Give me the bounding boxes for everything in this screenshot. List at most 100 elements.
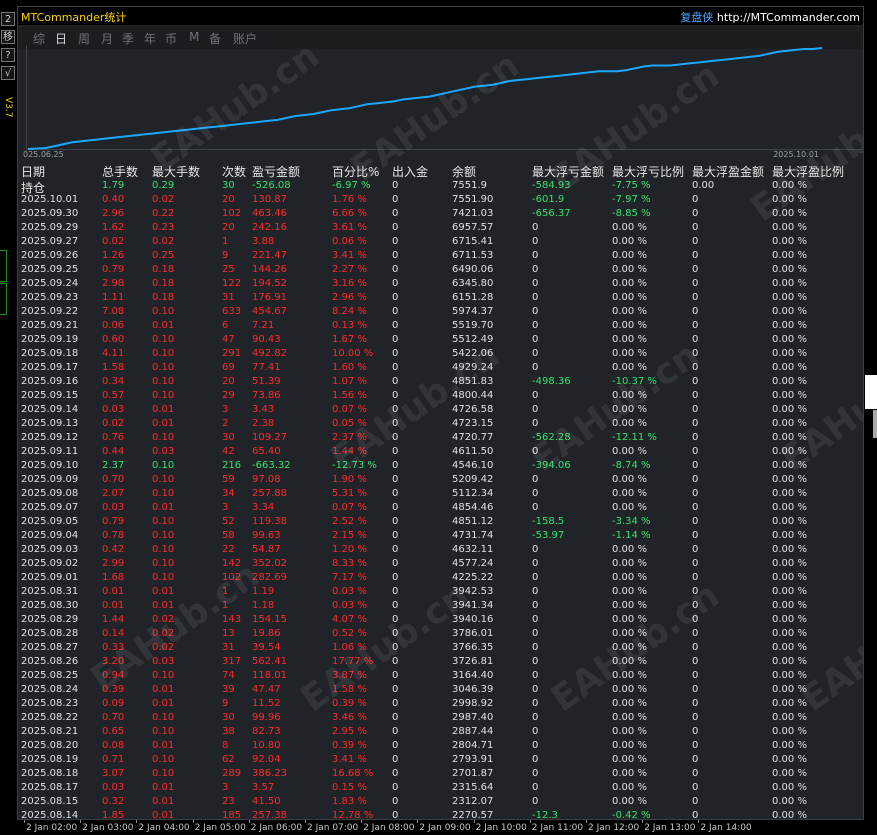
cell-总手数: 7.08 bbox=[102, 306, 125, 317]
brand-url[interactable]: http://MTCommander.com bbox=[717, 11, 860, 24]
cell-最大浮亏金额: -53.97 bbox=[532, 530, 565, 541]
tab-7[interactable]: M bbox=[189, 30, 199, 44]
cell-百分比%: 3.41 % bbox=[332, 754, 367, 765]
cell-总手数: 0.14 bbox=[102, 628, 125, 639]
cell-盈亏金额: 92.04 bbox=[252, 754, 281, 765]
cell-最大浮盈金额: 0 bbox=[692, 642, 699, 653]
cell-最大浮盈比例: 0.00 % bbox=[772, 306, 807, 317]
cell-次数: 23 bbox=[222, 796, 235, 807]
cell-最大手数: 0.01 bbox=[152, 502, 175, 513]
cell-盈亏金额: 41.50 bbox=[252, 796, 281, 807]
balance-line bbox=[27, 47, 823, 150]
cell-最大手数: 0.02 bbox=[152, 642, 175, 653]
cell-最大浮亏比例: 0.00 % bbox=[612, 796, 647, 807]
cell-盈亏金额: 99.96 bbox=[252, 712, 281, 723]
cell-日期: 2025.08.18 bbox=[21, 768, 79, 779]
cell-最大浮亏金额: 0 bbox=[532, 236, 539, 247]
table-row: 2025.09.08 2.07 0.10 34 257.88 5.31 % 0 5112.34… bbox=[18, 487, 863, 501]
toolbar-button-2[interactable]: 2 bbox=[1, 12, 15, 26]
cell-出入金: 0 bbox=[392, 712, 399, 723]
cell-最大浮亏金额: 0 bbox=[532, 698, 539, 709]
cell-盈亏金额: 1.19 bbox=[252, 586, 275, 597]
cell-出入金: 0 bbox=[392, 376, 399, 387]
cell-最大浮亏比例: -12.11 % bbox=[612, 432, 657, 443]
cell-最大浮亏金额: 0 bbox=[532, 754, 539, 765]
cell-最大浮亏比例: 0.00 % bbox=[612, 586, 647, 597]
daily-rows: 2025.10.01 0.40 0.02 20 130.87 1.76 % 0 7551.90… bbox=[18, 193, 863, 820]
cell-出入金: 0 bbox=[392, 250, 399, 261]
cell-最大手数: 0.10 bbox=[152, 348, 175, 359]
cell-盈亏金额: 90.43 bbox=[252, 334, 281, 345]
cell-最大浮盈比例: 0.00 % bbox=[772, 628, 807, 639]
cell-最大浮盈金额: 0 bbox=[692, 726, 699, 737]
cell-最大浮盈比例: 0.00 % bbox=[772, 362, 807, 373]
cell-余额: 2701.87 bbox=[452, 768, 494, 779]
cell-最大浮盈金额: 0 bbox=[692, 810, 699, 820]
cell-最大浮亏金额: 0 bbox=[532, 558, 539, 569]
cell-总手数: 2.99 bbox=[102, 558, 125, 569]
cell-次数: 25 bbox=[222, 264, 235, 275]
cell-总手数: 2.96 bbox=[102, 208, 125, 219]
cell-最大浮盈金额: 0 bbox=[692, 264, 699, 275]
cell-总手数: 0.70 bbox=[102, 712, 125, 723]
cell-余额: 5974.37 bbox=[452, 306, 494, 317]
cell-盈亏金额: 54.87 bbox=[252, 544, 281, 555]
cell-最大浮盈比例: 0.00 % bbox=[772, 600, 807, 611]
cell-余额: 6345.80 bbox=[452, 278, 494, 289]
time-tick bbox=[192, 820, 194, 823]
brand-link[interactable]: 复盘侠 http://MTCommander.com bbox=[680, 9, 860, 25]
cell-日期: 2025.09.30 bbox=[21, 208, 79, 219]
cell-最大浮盈金额: 0 bbox=[692, 754, 699, 765]
cell-日期: 2025.09.11 bbox=[21, 446, 79, 457]
time-tick bbox=[586, 820, 587, 823]
cell-最大浮盈金额: 0 bbox=[692, 474, 699, 485]
cell-最大浮亏比例: 0.00 % bbox=[612, 488, 647, 499]
holding-total-lots: 1.79 bbox=[102, 180, 125, 191]
holding-max-float-loss: -584.93 bbox=[532, 180, 571, 191]
cell-最大浮盈比例: 0.00 % bbox=[772, 320, 807, 331]
cell-盈亏金额: 118.01 bbox=[252, 670, 287, 681]
cell-最大浮亏比例: 0.00 % bbox=[612, 334, 647, 345]
cell-最大浮亏比例: 0.00 % bbox=[612, 446, 647, 457]
cell-次数: 102 bbox=[222, 208, 242, 219]
cell-总手数: 0.03 bbox=[102, 502, 125, 513]
toolbar-button-help[interactable]: ? bbox=[1, 48, 15, 62]
cell-最大手数: 0.10 bbox=[152, 488, 175, 499]
cell-最大浮盈金额: 0 bbox=[692, 768, 699, 779]
cell-最大浮盈金额: 0 bbox=[692, 320, 699, 331]
left-marker bbox=[0, 283, 7, 315]
cell-余额: 3046.39 bbox=[452, 684, 494, 695]
toolbar-button-check[interactable]: √ bbox=[1, 66, 15, 80]
cell-余额: 4854.46 bbox=[452, 502, 494, 513]
time-tick bbox=[642, 820, 644, 823]
cell-最大浮盈金额: 0 bbox=[692, 418, 699, 429]
cell-次数: 74 bbox=[222, 670, 235, 681]
cell-总手数: 0.06 bbox=[102, 320, 125, 331]
cell-总手数: 0.78 bbox=[102, 530, 125, 541]
cell-最大浮亏比例: -10.37 % bbox=[612, 376, 657, 387]
cell-百分比%: 2.37 % bbox=[332, 432, 367, 443]
cell-次数: 42 bbox=[222, 446, 235, 457]
cell-最大手数: 0.10 bbox=[152, 376, 175, 387]
cell-盈亏金额: 3.88 bbox=[252, 236, 275, 247]
cell-余额: 3164.40 bbox=[452, 670, 494, 681]
time-label: 2 Jan 03:00 bbox=[82, 823, 134, 833]
table-row: 2025.09.10 2.37 0.10 216 -663.32 -12.73 % 0 454… bbox=[18, 459, 863, 473]
cell-最大手数: 0.10 bbox=[152, 516, 175, 527]
toolbar-button-move[interactable]: 移 bbox=[1, 30, 15, 44]
cell-总手数: 0.01 bbox=[102, 600, 125, 611]
cell-百分比%: 1.20 % bbox=[332, 544, 367, 555]
cell-最大浮盈金额: 0 bbox=[692, 740, 699, 751]
cell-最大浮亏比例: 0.00 % bbox=[612, 544, 647, 555]
cell-次数: 143 bbox=[222, 614, 242, 625]
cell-最大浮亏比例: 0.00 % bbox=[612, 656, 647, 667]
cell-最大手数: 0.01 bbox=[152, 796, 175, 807]
cell-日期: 2025.09.14 bbox=[21, 404, 79, 415]
cell-盈亏金额: 492.82 bbox=[252, 348, 287, 359]
cell-次数: 185 bbox=[222, 810, 242, 820]
cell-总手数: 0.03 bbox=[102, 782, 125, 793]
balance-chart bbox=[27, 47, 823, 150]
table-row: 2025.09.24 2.98 0.18 122 194.52 3.16 % 0 6345.8… bbox=[18, 277, 863, 291]
cell-日期: 2025.08.21 bbox=[21, 726, 79, 737]
cell-最大手数: 0.03 bbox=[152, 446, 175, 457]
